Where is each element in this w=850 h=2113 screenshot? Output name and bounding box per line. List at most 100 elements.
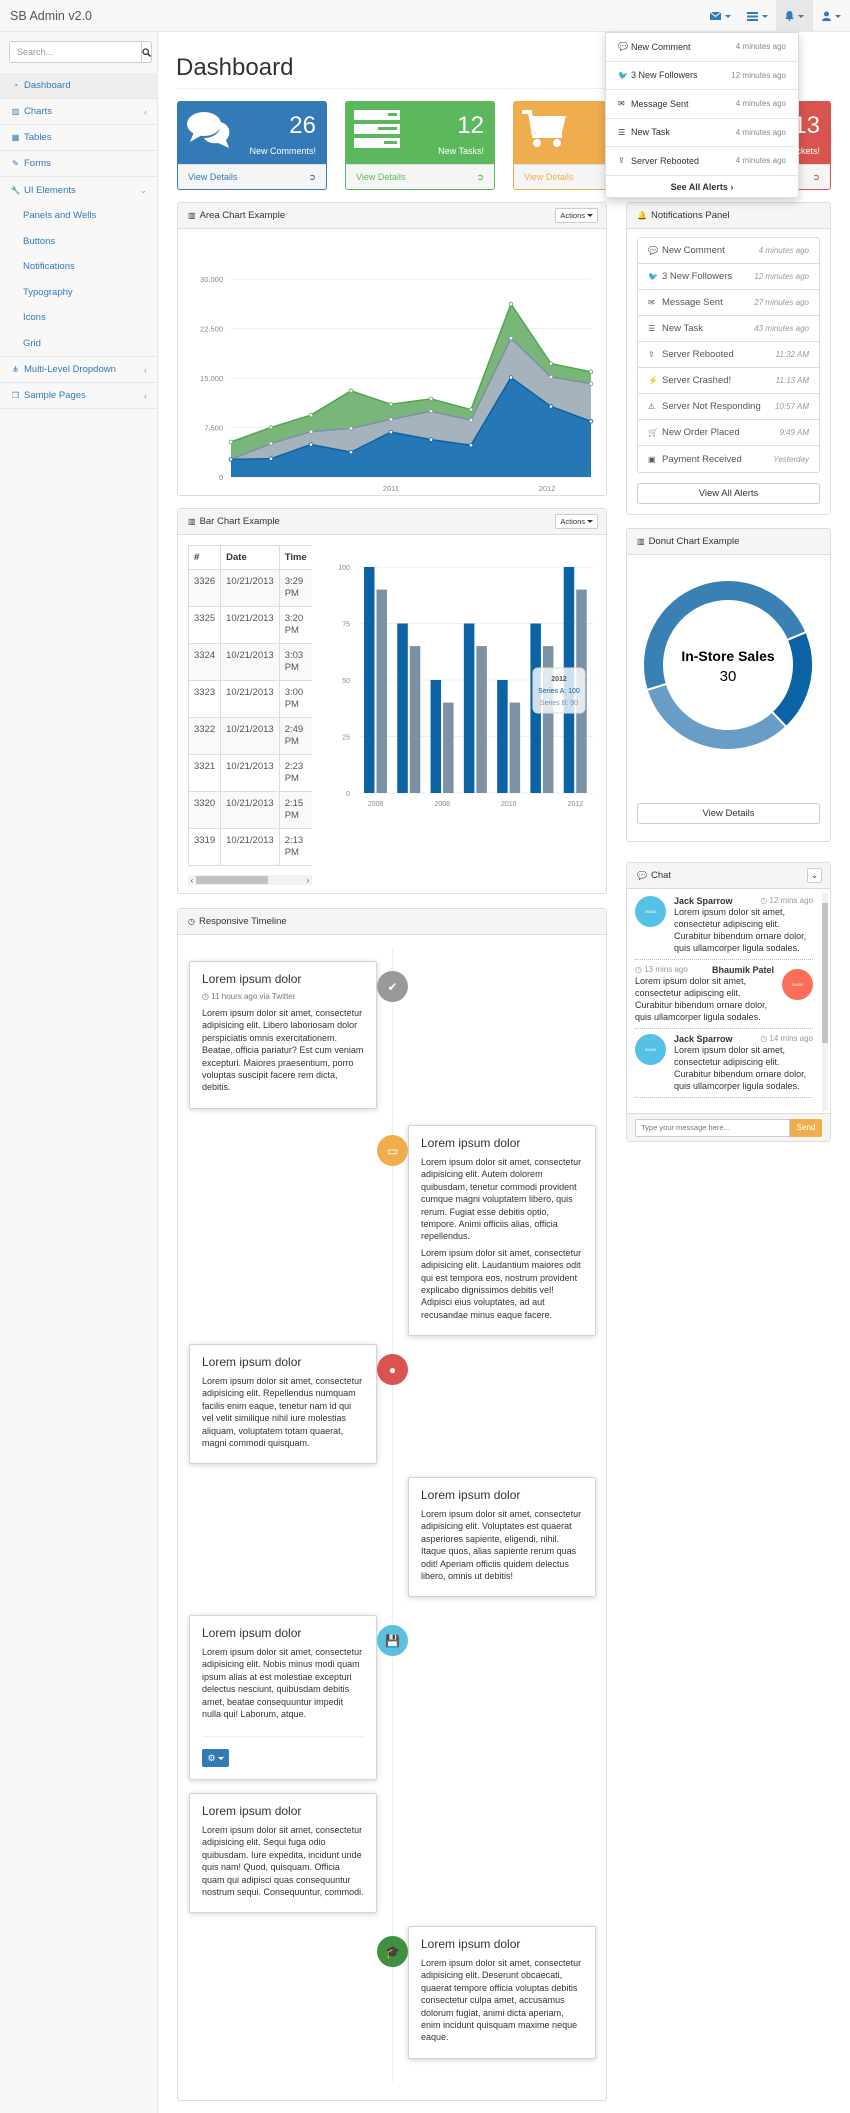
sidebar-item-sample-pages[interactable]: ❐ Sample Pages ‹ bbox=[0, 383, 157, 409]
bar-series-a bbox=[497, 680, 508, 793]
donut-center-label: In-Store Sales bbox=[681, 648, 775, 664]
y-tick-label: 50 bbox=[342, 678, 350, 685]
notification-item[interactable]: ⚠ Server Not Responding 10:57 AM bbox=[638, 394, 819, 420]
gear-icon: ⚙ bbox=[207, 1752, 216, 1763]
sidebar-subitem[interactable]: Icons bbox=[0, 305, 157, 331]
data-point bbox=[428, 396, 434, 402]
data-point bbox=[428, 437, 434, 442]
search-input[interactable] bbox=[9, 41, 142, 63]
timeline-entry: Lorem ipsum dolor Lorem ipsum dolor sit … bbox=[408, 1477, 596, 1598]
scroll-right-arrow[interactable]: › bbox=[304, 876, 312, 885]
sidebar-subitem[interactable]: Typography bbox=[0, 280, 157, 306]
notification-item[interactable]: 💬 New Comment 4 minutes ago bbox=[638, 238, 819, 264]
panel-title: Bar Chart Example bbox=[199, 516, 280, 527]
sidebar-item-multi-level-dropdown[interactable]: ⋔ Multi-Level Dropdown ‹ bbox=[0, 357, 157, 383]
settings-dropdown-button[interactable]: ⚙ bbox=[202, 1749, 229, 1768]
notifications-list: 💬 New Comment 4 minutes ago 🐦 3 New Follower… bbox=[637, 237, 820, 473]
sidebar-item-tables[interactable]: ▦ Tables bbox=[0, 125, 157, 151]
notification-item[interactable]: 🛒 New Order Placed 9:49 AM bbox=[638, 420, 819, 446]
chat-scrollbar[interactable] bbox=[822, 893, 828, 1111]
data-point bbox=[548, 374, 554, 380]
actions-dropdown-button[interactable]: Actions bbox=[555, 514, 598, 529]
sidebar-item-dashboard[interactable]: ◔ Dashboard bbox=[0, 73, 157, 99]
view-details-button[interactable]: View Details bbox=[637, 803, 820, 824]
alert-label: New Comment bbox=[631, 41, 691, 52]
bar-series-b bbox=[376, 589, 387, 793]
brand-logo[interactable]: SB Admin v2.0 bbox=[10, 9, 92, 23]
sidebar-subitem[interactable]: Buttons bbox=[0, 229, 157, 255]
sidebar-item-charts[interactable]: ▥ Charts ‹ bbox=[0, 99, 157, 125]
send-button[interactable]: Send bbox=[790, 1118, 822, 1137]
notification-label: New Task bbox=[662, 323, 704, 334]
bell-icon bbox=[785, 11, 794, 21]
tasks-dropdown-toggle[interactable] bbox=[739, 0, 776, 32]
table-cell: 2:13 PM bbox=[278, 828, 312, 866]
notification-time: 4 minutes ago bbox=[758, 246, 809, 255]
tooltip-series-a: Series A: 100 bbox=[538, 688, 580, 695]
dropdown-alert-item[interactable]: 💬 New Comment 4 minutes ago bbox=[606, 33, 798, 62]
notification-item[interactable]: 🐦 3 New Followers 12 minutes ago bbox=[638, 264, 819, 290]
table-cell: 3325 bbox=[188, 606, 222, 644]
chat-message-body: Lorem ipsum dolor sit amet, consectetur … bbox=[674, 907, 807, 953]
envelope-icon: ✉ bbox=[648, 298, 655, 307]
table-horizontal-scrollbar[interactable]: ‹ › bbox=[188, 875, 312, 885]
transactions-table-wrapper: # Date Time 3326 10/21/2013 3:29 PM 3325 10/… bbox=[188, 545, 312, 867]
scrollbar-thumb[interactable] bbox=[822, 903, 828, 1043]
scroll-left-arrow[interactable]: ‹ bbox=[188, 876, 196, 885]
sidebar-search bbox=[9, 41, 152, 63]
y-tick-label: 25 bbox=[342, 735, 350, 742]
timeline-entry: Lorem ipsum dolor Lorem ipsum dolor sit … bbox=[408, 1125, 596, 1337]
sidebar-item-label: Sample Pages bbox=[24, 390, 86, 401]
dropdown-alert-item[interactable]: ✉ Message Sent 4 minutes ago bbox=[606, 90, 798, 119]
search-button[interactable] bbox=[142, 41, 152, 63]
notification-time: 10:57 AM bbox=[775, 402, 809, 411]
dropdown-alert-item[interactable]: 🐦 3 New Followers 12 minutes ago bbox=[606, 62, 798, 90]
timeline-entry-meta: ◷ 11 hours ago via Twitter bbox=[202, 992, 364, 1001]
notification-item[interactable]: ⚡ Server Crashed! 11:13 AM bbox=[638, 368, 819, 394]
timeline-panel: ◷ Responsive Timeline ✔ Lorem ipsum dolor… bbox=[177, 908, 607, 2101]
chat-timestamp: ◷ 14 mins ago bbox=[760, 1034, 813, 1043]
chat-panel: 💬 Chat ⌄ 50x50 Jack Sparrow ◷ 12 mins ago Lo… bbox=[626, 862, 831, 1142]
table-row: 3326 10/21/2013 3:29 PM bbox=[188, 569, 312, 607]
notification-item[interactable]: ✉ Message Sent 27 minutes ago bbox=[638, 290, 819, 316]
notification-item[interactable]: ⇪ Server Rebooted 11:32 AM bbox=[638, 342, 819, 368]
timeline-entry-body: Lorem ipsum dolor sit amet, consectetur … bbox=[421, 1509, 582, 1582]
sidebar-item-label: Forms bbox=[24, 158, 51, 169]
see-all-alerts-link[interactable]: See All Alerts › bbox=[606, 176, 798, 198]
scrollbar-thumb[interactable] bbox=[196, 876, 268, 884]
notification-item[interactable]: ☰ New Task 43 minutes ago bbox=[638, 316, 819, 342]
notification-item[interactable]: ▣ Payment Received Yesterday bbox=[638, 446, 819, 472]
timeline-entry-title: Lorem ipsum dolor bbox=[202, 1355, 302, 1369]
dashboard-icon: ◔ bbox=[13, 81, 18, 90]
x-tick-label: 2008 bbox=[434, 801, 450, 808]
data-point bbox=[308, 429, 314, 434]
sidebar-subitem[interactable]: Panels and Wells bbox=[0, 203, 157, 229]
view-all-alerts-button[interactable]: View All Alerts bbox=[637, 483, 820, 504]
view-details-link[interactable]: View Details ➲ bbox=[346, 164, 494, 189]
alert-time: 4 minutes ago bbox=[735, 99, 786, 109]
dropdown-alert-item[interactable]: ☰ New Task 4 minutes ago bbox=[606, 119, 798, 147]
sidebar-item-forms[interactable]: ✎ Forms bbox=[0, 151, 157, 177]
actions-dropdown-button[interactable]: Actions bbox=[555, 208, 598, 223]
sidebar-subitem[interactable]: Notifications bbox=[0, 254, 157, 280]
x-tick-label: 2011 bbox=[383, 484, 399, 493]
chat-message-input[interactable] bbox=[635, 1118, 790, 1137]
table-cell: 10/21/2013 bbox=[220, 717, 280, 755]
alerts-dropdown-toggle[interactable] bbox=[776, 0, 813, 32]
sidebar-item-ui-elements[interactable]: 🔧 UI Elements ⌄ bbox=[0, 177, 157, 203]
timeline-badge: ▭ bbox=[377, 1135, 408, 1166]
stat-label: New Tasks! bbox=[438, 146, 484, 156]
arrow-circle-right-icon: ➲ bbox=[476, 171, 484, 182]
view-details-link[interactable]: View Details ➲ bbox=[178, 164, 326, 189]
table-cell: 3323 bbox=[188, 680, 222, 718]
dropdown-alert-item[interactable]: ⇪ Server Rebooted 4 minutes ago bbox=[606, 147, 798, 176]
messages-dropdown-toggle[interactable] bbox=[702, 0, 739, 32]
comment-icon: 💬 bbox=[648, 246, 658, 255]
notification-time: 11:13 AM bbox=[775, 376, 809, 385]
sidebar-subitem[interactable]: Grid bbox=[0, 331, 157, 357]
chat-options-button[interactable]: ⌄ bbox=[807, 868, 822, 883]
user-dropdown-toggle[interactable] bbox=[813, 0, 850, 32]
chat-time-text: 13 mins ago bbox=[644, 965, 688, 974]
bar-series-a bbox=[463, 623, 475, 793]
table-row: 3324 10/21/2013 3:03 PM bbox=[188, 643, 312, 681]
